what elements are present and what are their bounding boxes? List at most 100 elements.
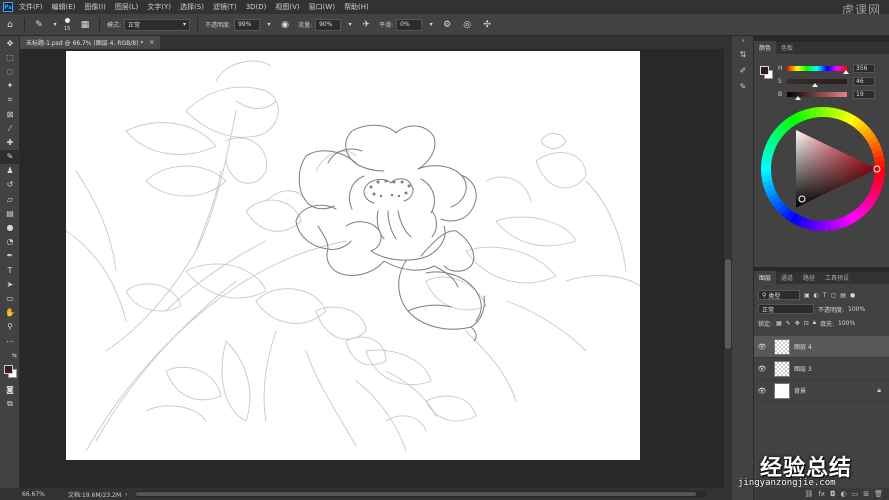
chevron-right-icon[interactable]: › xyxy=(125,491,127,498)
filter-toggle-icon[interactable]: ● xyxy=(850,292,855,299)
history-brush-tool-icon[interactable]: ↺ xyxy=(0,178,20,192)
adjustment-layer-icon[interactable]: ◐ xyxy=(841,490,847,498)
filter-type-icon[interactable]: T xyxy=(823,292,827,299)
tab-tool-presets[interactable]: 工具预设 xyxy=(820,271,854,284)
symmetry-icon[interactable]: ✣ xyxy=(480,18,494,32)
saturation-input[interactable]: 46 xyxy=(853,77,875,86)
smoothing-input[interactable]: 0% xyxy=(396,18,423,31)
hue-ring-segment[interactable] xyxy=(761,166,772,172)
layer-row[interactable]: 👁︎ 背景 🔒︎ xyxy=(754,380,889,402)
menu-layer[interactable]: 图层(L) xyxy=(115,2,138,12)
layer-row[interactable]: 👁︎ 图层 4 xyxy=(754,336,889,358)
menu-file[interactable]: 文件(F) xyxy=(19,2,43,12)
saturation-slider[interactable] xyxy=(787,79,847,87)
brightness-slider[interactable] xyxy=(787,92,847,100)
add-mask-icon[interactable]: ◘ xyxy=(830,490,836,498)
hue-ring-segment[interactable] xyxy=(820,107,826,118)
filter-pixel-icon[interactable]: ▣ xyxy=(804,292,810,299)
menu-view[interactable]: 视图(V) xyxy=(275,2,299,12)
document-tab[interactable]: 未标题-1.psd @ 66.7% (图层 4, RGB/8) * × xyxy=(20,36,161,49)
layer-name[interactable]: 图层 3 xyxy=(794,364,812,373)
quick-select-tool-icon[interactable]: ✦ xyxy=(0,79,20,93)
brush-tool-icon[interactable]: ✎ xyxy=(0,149,20,164)
eye-icon[interactable]: 👁︎ xyxy=(754,343,770,351)
swap-colors-icon[interactable]: ⇆ xyxy=(0,348,20,362)
crop-tool-icon[interactable]: ⌗ xyxy=(0,93,20,107)
menu-select[interactable]: 选择(S) xyxy=(180,2,204,12)
layer-filter-select[interactable]: ⚲ 类型 xyxy=(758,290,800,300)
pen-tool-icon[interactable]: ✒ xyxy=(0,249,20,263)
eye-icon[interactable]: 👁︎ xyxy=(754,387,770,395)
eraser-tool-icon[interactable]: ▱ xyxy=(0,192,20,206)
chevron-down-icon[interactable]: ▾ xyxy=(52,18,58,32)
horizontal-scrollbar[interactable] xyxy=(135,491,706,497)
scrollbar-thumb[interactable] xyxy=(725,259,731,349)
brightness-input[interactable]: 19 xyxy=(853,90,875,99)
healing-brush-tool-icon[interactable]: ✚ xyxy=(0,135,20,149)
color-wheel[interactable] xyxy=(760,106,886,232)
foreground-color[interactable] xyxy=(4,365,13,375)
collapse-icon[interactable]: » xyxy=(732,36,754,46)
lock-all-icon[interactable]: 🔒︎ xyxy=(813,319,816,327)
flow-input[interactable]: 90% xyxy=(315,18,342,31)
menu-3d[interactable]: 3D(D) xyxy=(246,3,267,11)
tab-channels[interactable]: 通道 xyxy=(776,271,798,284)
scrollbar-thumb[interactable] xyxy=(135,492,696,496)
filter-adjustment-icon[interactable]: ◐ xyxy=(814,292,819,299)
group-icon[interactable]: ▭ xyxy=(852,490,859,498)
gradient-tool-icon[interactable]: ▤ xyxy=(0,206,20,220)
lock-artboard-icon[interactable]: ⊡ xyxy=(804,320,809,327)
hue-slider-knob[interactable] xyxy=(843,70,850,74)
screen-mode-icon[interactable]: ⧉ xyxy=(0,397,20,411)
type-tool-icon[interactable]: T xyxy=(0,263,20,277)
color-swatches[interactable] xyxy=(0,362,20,382)
marquee-tool-icon[interactable]: ⬚ xyxy=(0,50,20,64)
trash-icon[interactable]: 🗑︎ xyxy=(874,490,883,498)
pressure-size-icon[interactable]: ◎ xyxy=(460,18,474,32)
menu-image[interactable]: 图像(I) xyxy=(84,2,106,12)
dodge-tool-icon[interactable]: ◔ xyxy=(0,235,20,249)
blur-tool-icon[interactable]: ● xyxy=(0,220,20,234)
layer-opacity-value[interactable]: 100% xyxy=(848,306,865,313)
move-tool-icon[interactable]: ✥ xyxy=(0,36,20,50)
layer-name[interactable]: 背景 xyxy=(794,386,806,395)
brush-preset-picker[interactable]: 15 xyxy=(61,16,75,34)
lock-position-icon[interactable]: ✥ xyxy=(795,320,800,327)
more-tools-icon[interactable]: ⋯ xyxy=(0,334,20,348)
fx-icon[interactable]: fx xyxy=(818,490,825,498)
filter-smart-object-icon[interactable]: ▤ xyxy=(840,292,846,299)
blend-mode-select[interactable]: 正常 xyxy=(758,304,814,314)
menu-filter[interactable]: 滤镜(T) xyxy=(213,2,237,12)
hand-tool-icon[interactable]: ✋ xyxy=(0,306,20,320)
gear-icon[interactable]: ⚙ xyxy=(440,18,454,32)
layer-row[interactable]: 👁︎ 图层 3 xyxy=(754,358,889,380)
pressure-opacity-icon[interactable]: ◉ xyxy=(278,18,292,32)
brush-tool-icon[interactable]: ✎ xyxy=(32,18,46,32)
menu-type[interactable]: 文字(Y) xyxy=(147,2,171,12)
hue-slider[interactable] xyxy=(787,66,850,74)
airbrush-icon[interactable]: ✈ xyxy=(359,18,373,32)
clone-stamp-tool-icon[interactable]: ♟ xyxy=(0,164,20,178)
layer-fill-value[interactable]: 100% xyxy=(838,320,855,327)
zoom-level[interactable]: 66.67% xyxy=(22,491,62,498)
brush-panel-toggle-icon[interactable]: ▦ xyxy=(78,18,92,32)
frame-tool-icon[interactable]: ⊠ xyxy=(0,107,20,121)
eyedropper-tool-icon[interactable]: ⁄ xyxy=(0,121,20,135)
filter-shape-icon[interactable]: ▢ xyxy=(831,292,837,299)
eye-icon[interactable]: 👁︎ xyxy=(754,365,770,373)
close-icon[interactable]: × xyxy=(149,39,154,46)
tab-paths[interactable]: 路径 xyxy=(798,271,820,284)
mode-select[interactable]: 正常 ▾ xyxy=(124,18,191,31)
tab-swatches[interactable]: 色板 xyxy=(776,41,798,54)
lock-transparent-icon[interactable]: ▦ xyxy=(776,320,782,327)
lock-image-icon[interactable]: ✎ xyxy=(786,320,791,327)
canvas[interactable] xyxy=(66,51,640,460)
menu-window[interactable]: 窗口(W) xyxy=(309,2,335,12)
chevron-down-icon[interactable]: ▾ xyxy=(347,18,353,32)
tab-layers[interactable]: 图层 xyxy=(754,271,777,284)
home-icon[interactable]: ⌂ xyxy=(3,18,17,32)
link-layers-icon[interactable]: ⛓ xyxy=(804,490,813,498)
hue-ring-segment[interactable] xyxy=(820,220,826,231)
brightness-slider-knob[interactable] xyxy=(795,96,802,100)
menu-help[interactable]: 帮助(H) xyxy=(344,2,369,12)
